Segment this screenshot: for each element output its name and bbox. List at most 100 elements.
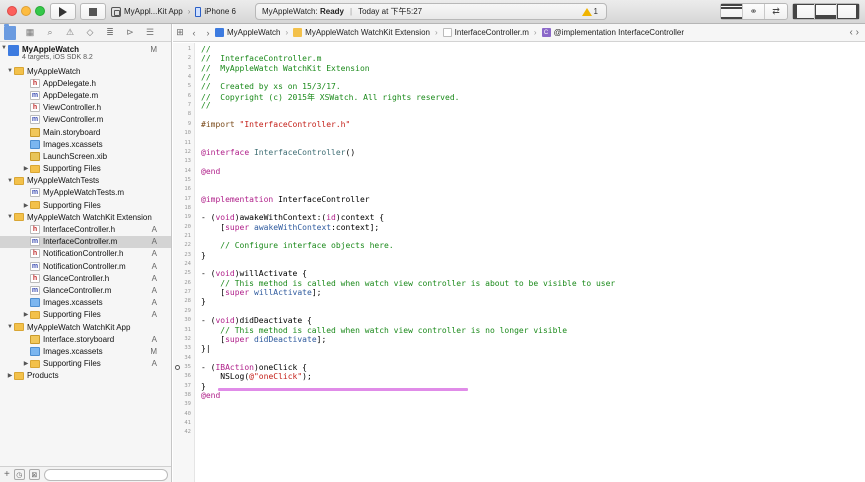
search-icon: ⌕ — [47, 27, 53, 37]
breakpoint-navigator-tab[interactable]: ⊳ — [124, 26, 140, 40]
disclosure-closed-icon[interactable]: ▶ — [22, 360, 30, 367]
code-token: #import — [201, 119, 240, 129]
standard-editor-button[interactable] — [721, 4, 743, 19]
line-number: 22 — [184, 242, 191, 249]
version-editor-button[interactable]: ⇄ — [765, 4, 787, 19]
file-row[interactable]: Images.xcassets M — [0, 345, 171, 357]
symbol-icon: ▦ — [25, 27, 35, 37]
line-number: 12 — [184, 148, 191, 155]
file-row[interactable]: Main.storyboard — [0, 126, 171, 138]
tree-item-label: MyAppleWatch — [27, 66, 81, 76]
code-token: NSLog( — [201, 372, 250, 382]
file-row[interactable]: Images.xcassets A — [0, 297, 171, 309]
toggle-navigator-button[interactable] — [793, 4, 815, 19]
file-row[interactable]: m ViewController.m — [0, 114, 171, 126]
group-row[interactable]: ▶ Supporting Files — [0, 199, 171, 211]
line-number: 19 — [184, 214, 191, 221]
line-number-gutter[interactable]: 1 2 3 4 5 6 7 8 9 10 11 12 13 14 15 16 17 18 19 20 21 22 23 24 2… — [173, 43, 195, 482]
zoom-window-button[interactable] — [35, 6, 45, 16]
xib-icon — [30, 151, 40, 161]
group-row[interactable]: ▼ MyAppleWatch WatchKit App — [0, 321, 171, 333]
warning-indicator[interactable]: 1 — [581, 7, 598, 16]
disclosure-closed-icon[interactable]: ▶ — [22, 311, 30, 318]
group-row[interactable]: ▶ Supporting Files A — [0, 358, 171, 370]
close-window-button[interactable] — [7, 6, 17, 16]
ibaction-connection-icon[interactable] — [175, 364, 180, 370]
group-row[interactable]: ▶ Supporting Files A — [0, 309, 171, 321]
filter-input[interactable] — [44, 468, 168, 481]
file-row[interactable]: Interface.storyboard A — [0, 333, 171, 345]
issue-navigator-tab[interactable]: ⚠ — [64, 26, 80, 40]
breadcrumb-symbol[interactable]: C @implementation InterfaceController — [541, 28, 684, 37]
file-row[interactable]: m AppDelegate.m — [0, 89, 171, 101]
breadcrumb-project[interactable]: MyAppleWatch — [215, 28, 281, 37]
source-editor[interactable]: //// InterfaceController.m// MyAppleWatc… — [196, 43, 865, 482]
file-row[interactable]: m InterfaceController.m A — [0, 235, 171, 248]
file-row[interactable]: h AppDelegate.h — [0, 77, 171, 89]
chevron-right-icon: › — [206, 27, 210, 38]
assistant-editor-button[interactable]: ⚭ — [743, 4, 765, 19]
group-row[interactable]: ▼ MyAppleWatchTests — [0, 175, 171, 187]
group-row[interactable]: ▼ MyAppleWatch — [0, 65, 171, 77]
file-row[interactable]: m MyAppleWatchTests.m — [0, 187, 171, 199]
debug-navigator-tab[interactable]: ≣ — [104, 26, 120, 40]
file-row[interactable]: h ViewController.h — [0, 102, 171, 114]
add-file-button[interactable]: + — [4, 469, 10, 480]
code-token: // — [201, 101, 211, 111]
disclosure-open-icon[interactable]: ▼ — [6, 324, 14, 330]
file-row[interactable]: h GlanceController.h A — [0, 272, 171, 284]
toggle-debug-area-button[interactable] — [815, 4, 837, 19]
file-row[interactable]: Images.xcassets — [0, 138, 171, 150]
play-icon — [59, 6, 67, 17]
jumpbar-history-nav[interactable]: ‹ › — [850, 27, 859, 38]
forward-button[interactable]: › — [201, 28, 215, 38]
line-number: 23 — [184, 251, 191, 258]
disclosure-open-icon[interactable]: ▼ — [6, 214, 14, 220]
source-file-icon: m — [30, 237, 40, 247]
report-navigator-tab[interactable]: ☰ — [144, 26, 160, 40]
code-line: }| — [201, 344, 211, 353]
group-row[interactable]: ▼ MyAppleWatch WatchKit Extension — [0, 211, 171, 223]
scheme-selector[interactable]: MyAppl...Kit App › iPhone 6 — [111, 4, 236, 19]
recent-files-button[interactable]: ◷ — [13, 469, 25, 480]
source-file-icon: m — [30, 261, 40, 271]
line-number: 16 — [184, 186, 191, 193]
code-token: @"oneClick" — [249, 372, 303, 382]
code-token: () — [345, 147, 356, 157]
source-file-icon: m — [30, 115, 40, 125]
header-file-icon: h — [30, 103, 40, 113]
file-row[interactable]: h InterfaceController.h A — [0, 223, 171, 235]
file-row[interactable]: m GlanceController.m A — [0, 284, 171, 296]
file-row[interactable]: LaunchScreen.xib — [0, 150, 171, 162]
related-items-button[interactable]: ⊞ — [173, 27, 187, 38]
breadcrumb-file[interactable]: InterfaceController.m — [442, 28, 529, 37]
file-row[interactable]: m NotificationController.m A — [0, 260, 171, 272]
run-button[interactable] — [50, 3, 76, 20]
tree-item-label: Images.xcassets — [43, 346, 103, 356]
back-button[interactable]: ‹ — [187, 28, 201, 38]
debug-panel-icon — [815, 4, 836, 19]
file-row[interactable]: h NotificationController.h A — [0, 248, 171, 260]
project-icon — [215, 28, 224, 37]
scm-filter-button[interactable]: ⊠ — [28, 469, 40, 480]
minimize-window-button[interactable] — [21, 6, 31, 16]
chevron-right-icon: › — [855, 27, 859, 38]
disclosure-open-icon[interactable]: ▼ — [6, 178, 14, 184]
find-navigator-tab[interactable]: ⌕ — [44, 26, 60, 40]
line-number: 30 — [184, 317, 191, 324]
disclosure-closed-icon[interactable]: ▶ — [6, 372, 14, 379]
group-row[interactable]: ▶ Products — [0, 370, 171, 382]
breadcrumb-group[interactable]: MyAppleWatch WatchKit Extension — [293, 28, 430, 37]
project-root-row[interactable]: ▼ MyAppleWatch 4 targets, iOS SDK 8.2 M — [0, 43, 171, 65]
symbol-navigator-tab[interactable]: ▦ — [24, 26, 40, 40]
warning-count: 1 — [593, 7, 598, 16]
project-navigator-tab[interactable] — [4, 23, 20, 40]
code-line: - (IBAction)oneClick { — [201, 363, 307, 372]
toggle-utilities-button[interactable] — [837, 4, 859, 19]
test-navigator-tab[interactable]: ◇ — [84, 26, 100, 40]
disclosure-open-icon[interactable]: ▼ — [6, 68, 14, 74]
group-row[interactable]: ▶ Supporting Files — [0, 163, 171, 175]
stop-button[interactable] — [80, 3, 106, 20]
disclosure-closed-icon[interactable]: ▶ — [22, 165, 30, 172]
disclosure-closed-icon[interactable]: ▶ — [22, 202, 30, 209]
